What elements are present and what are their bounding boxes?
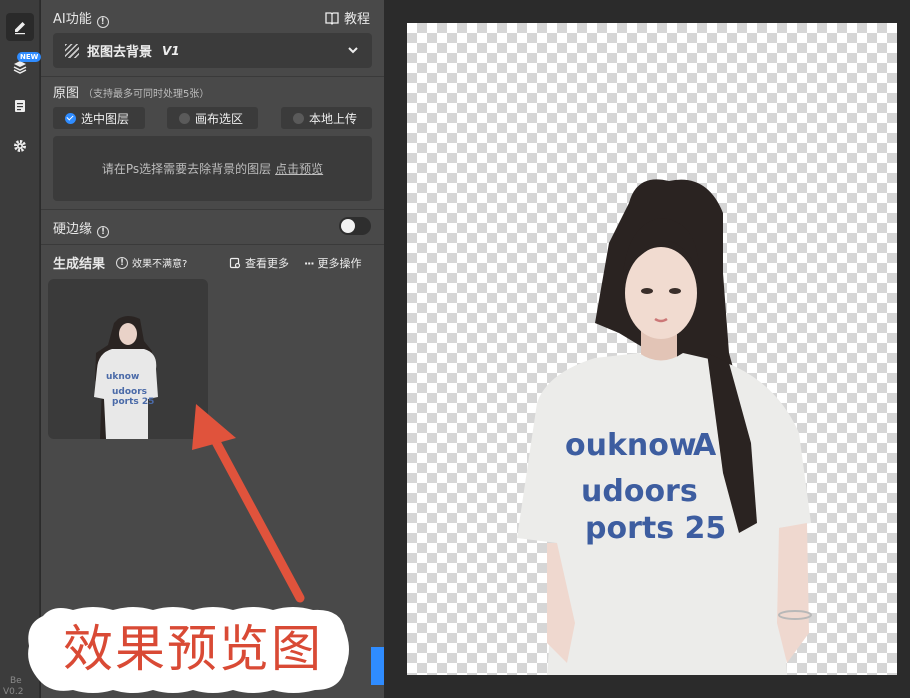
info-icon[interactable]: ! bbox=[97, 226, 110, 238]
shirt-text: udoors bbox=[581, 474, 698, 509]
divider bbox=[41, 209, 384, 210]
annotation-label: 效果预览图 bbox=[63, 620, 323, 678]
radio-icon bbox=[179, 112, 190, 124]
transparent-canvas[interactable]: ouknow A udoors ports 25 bbox=[407, 23, 897, 675]
function-select[interactable]: 抠图去背景 V1 bbox=[53, 33, 372, 68]
book-icon bbox=[325, 11, 339, 25]
tutorial-link[interactable]: 教程 bbox=[325, 8, 370, 27]
dissatisfied-link[interactable]: ! 效果不满意? bbox=[116, 255, 187, 270]
result-portrait-image: uknow udoors ports 25 bbox=[94, 316, 158, 439]
icon-rail: NEW Be V0.2 bbox=[0, 0, 42, 698]
canvas-area: ouknow A udoors ports 25 bbox=[384, 0, 910, 698]
source-drop-area: 请在Ps选择需要去除背景的图层 点击预览 bbox=[53, 136, 372, 201]
cutout-icon bbox=[65, 43, 79, 58]
shirt-text: A bbox=[693, 428, 717, 463]
more-ops-link[interactable]: ··· 更多操作 bbox=[304, 255, 362, 271]
checked-radio-icon bbox=[65, 112, 76, 124]
option-selected-layer[interactable]: 选中图层 bbox=[53, 107, 145, 129]
cutout-portrait-image: ouknow A udoors ports 25 bbox=[517, 179, 812, 675]
gear-icon[interactable] bbox=[6, 132, 34, 160]
source-title: 原图 （支持最多可同时处理5张） bbox=[53, 86, 210, 101]
result-thumbnail[interactable]: uknow udoors ports 25 bbox=[48, 279, 208, 439]
gallery-icon bbox=[229, 257, 241, 269]
toggle-knob bbox=[341, 219, 355, 233]
svg-text:ports 25: ports 25 bbox=[112, 397, 154, 407]
shirt-text: ports 25 bbox=[585, 511, 726, 546]
edit-icon[interactable] bbox=[6, 13, 34, 41]
ai-title: AI功能! bbox=[53, 8, 109, 28]
radio-icon bbox=[293, 112, 304, 124]
info-icon[interactable]: ! bbox=[96, 16, 109, 28]
shirt-text: ouknow bbox=[565, 428, 697, 463]
chevron-down-icon bbox=[348, 47, 358, 54]
divider bbox=[41, 244, 384, 245]
info-icon: ! bbox=[116, 256, 128, 269]
more-dots-icon: ··· bbox=[304, 256, 315, 270]
divider bbox=[41, 76, 384, 77]
option-canvas-selection[interactable]: 画布选区 bbox=[167, 107, 258, 129]
hard-edge-label: 硬边缘! bbox=[53, 218, 110, 238]
svg-text:udoors: udoors bbox=[112, 387, 147, 397]
app-window: NEW Be V0.2 AI功能! 教程 抠图去背景 V1 原图 （支持最多可同时 bbox=[0, 0, 910, 698]
preview-link[interactable]: 点击预览 bbox=[275, 160, 323, 177]
new-badge: NEW bbox=[17, 52, 42, 62]
svg-text:uknow: uknow bbox=[106, 372, 139, 382]
result-title: 生成结果 bbox=[53, 257, 106, 272]
hard-edge-toggle[interactable] bbox=[339, 217, 371, 235]
option-local-upload[interactable]: 本地上传 bbox=[281, 107, 372, 129]
notes-icon[interactable] bbox=[6, 92, 34, 120]
ai-panel: AI功能! 教程 抠图去背景 V1 原图 （支持最多可同时处理5张） 选中图层 画… bbox=[41, 0, 409, 698]
version-label: Be V0.2 bbox=[3, 676, 24, 697]
view-more-link[interactable]: 查看更多 bbox=[229, 255, 289, 271]
